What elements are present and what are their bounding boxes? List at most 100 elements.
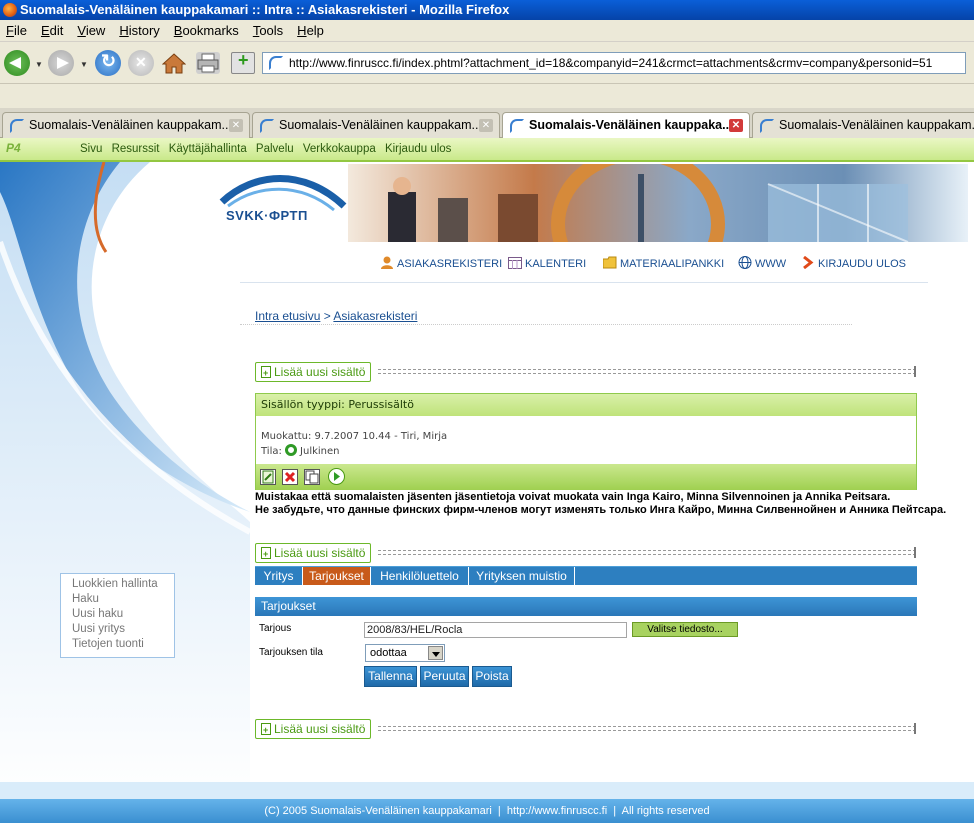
company-tabs: Yritys Tarjoukset Henkilöluettelo Yrityk…: [255, 566, 917, 585]
back-button[interactable]: [4, 50, 30, 76]
offer-state-label: Tarjouksen tila: [259, 647, 323, 658]
nav-label: MATERIAALIPANKKI: [620, 258, 725, 270]
admin-nav-verkkokauppa[interactable]: Verkkokauppa: [303, 143, 376, 155]
side-menu-uusi-haku[interactable]: Uusi haku: [72, 607, 174, 622]
page-footer: (C) 2005 Suomalais-Venäläinen kauppakama…: [0, 799, 974, 823]
tab-yrityksen-muistio[interactable]: Yrityksen muistio: [469, 567, 575, 585]
edit-content-button[interactable]: [260, 469, 276, 485]
edit-icon: [262, 470, 274, 484]
person-icon: [380, 256, 394, 269]
calendar-icon: [508, 256, 522, 269]
p4-logo: P4: [6, 141, 21, 155]
content-meta: Muokattu: 9.7.2007 10.44 - Tiri, Mirja T…: [261, 430, 447, 459]
breadcrumb-divider: [240, 324, 852, 325]
breadcrumb-home-link[interactable]: Intra etusivu: [255, 309, 320, 323]
reload-button[interactable]: [95, 50, 121, 76]
print-button[interactable]: [196, 52, 220, 74]
menu-help[interactable]: Help: [297, 23, 324, 38]
admin-nav-sivu[interactable]: Sivu: [80, 143, 102, 155]
menu-edit[interactable]: Edit: [41, 23, 63, 38]
choose-file-button[interactable]: Valitse tiedosto...: [632, 622, 738, 637]
window-title: Suomalais-Venäläinen kauppakamari :: Int…: [20, 2, 510, 17]
menu-view[interactable]: View: [77, 23, 105, 38]
site-admin-bar: P4 Sivu Resurssit Käyttäjähallinta Palve…: [0, 138, 974, 162]
offer-state-select[interactable]: odottaa: [365, 644, 445, 662]
home-button[interactable]: [161, 52, 187, 74]
tab-tarjoukset[interactable]: Tarjoukset: [303, 567, 371, 585]
nav-kirjaudu-ulos[interactable]: KIRJAUDU ULOS: [801, 255, 907, 272]
nav-materiaalipankki[interactable]: MATERIAALIPANKKI: [602, 256, 725, 272]
side-menu-uusi-yritys[interactable]: Uusi yritys: [72, 622, 174, 637]
add-document-icon: [261, 545, 271, 563]
offer-label: Tarjous: [259, 623, 292, 634]
menu-history[interactable]: History: [119, 23, 159, 38]
tab-close-icon[interactable]: ✕: [729, 119, 743, 132]
save-button[interactable]: Tallenna: [364, 666, 417, 687]
cancel-button[interactable]: Peruuta: [420, 666, 469, 687]
nav-kalenteri[interactable]: KALENTERI: [508, 256, 586, 272]
side-menu-tietojen-tuonti[interactable]: Tietojen tuonti: [72, 637, 174, 652]
url-bar[interactable]: http://www.finruscc.fi/index.phtml?attac…: [262, 52, 966, 74]
offers-section-title: Tarjoukset: [255, 597, 917, 616]
side-menu-luokkien-hallinta[interactable]: Luokkien hallinta: [72, 577, 174, 592]
delete-content-button[interactable]: [282, 469, 298, 485]
content-type-header: Sisällön tyyppi: Perussisältö: [256, 394, 916, 416]
new-tab-button[interactable]: [231, 50, 255, 74]
browser-tab-4[interactable]: Suomalais-Venäläinen kauppakam...: [752, 112, 974, 138]
section-divider: [378, 369, 916, 374]
tab-close-icon[interactable]: ✕: [479, 119, 493, 132]
add-content-button[interactable]: Lisää uusi sisältö: [255, 543, 372, 563]
tab-favicon-icon: [260, 119, 274, 133]
admin-nav-resurssit[interactable]: Resurssit: [112, 143, 160, 155]
tab-favicon-icon: [510, 119, 524, 133]
header-divider: [240, 282, 928, 283]
state-info: Tila: Julkinen: [261, 444, 447, 459]
menu-tools[interactable]: Tools: [253, 23, 283, 38]
admin-nav: Sivu Resurssit Käyttäjähallinta Palvelu …: [80, 143, 457, 155]
nav-www[interactable]: WWW: [738, 256, 786, 272]
admin-nav-palvelu[interactable]: Palvelu: [256, 143, 294, 155]
delete-button[interactable]: Poista: [472, 666, 512, 687]
tab-henkiloluettelo[interactable]: Henkilöluettelo: [371, 567, 469, 585]
nav-label: KIRJAUDU ULOS: [818, 258, 907, 270]
content-item-toolbar: [256, 464, 916, 490]
menu-bookmarks[interactable]: Bookmarks: [174, 23, 239, 38]
offer-file-input[interactable]: 2008/83/HEL/Rocla: [364, 622, 627, 638]
tab-yritys[interactable]: Yritys: [255, 567, 303, 585]
open-content-button[interactable]: [328, 468, 345, 485]
chevron-right-icon: [801, 255, 815, 270]
breadcrumb: Intra etusivu > Asiakasrekisteri: [255, 309, 417, 323]
url-text: http://www.finruscc.fi/index.phtml?attac…: [289, 56, 933, 70]
section-divider-end: [914, 723, 916, 734]
forward-history-dropdown-icon[interactable]: ▼: [80, 60, 88, 69]
admin-nav-kirjaudu-ulos[interactable]: Kirjaudu ulos: [385, 143, 451, 155]
tab-close-icon[interactable]: ✕: [229, 119, 243, 132]
header-banner-image: [348, 164, 968, 242]
stop-button[interactable]: [128, 50, 154, 76]
side-menu-haku[interactable]: Haku: [72, 592, 174, 607]
breadcrumb-current-link[interactable]: Asiakasrekisteri: [333, 309, 417, 323]
admin-nav-kayttajahallinta[interactable]: Käyttäjähallinta: [169, 143, 247, 155]
menu-file[interactable]: File: [6, 23, 27, 38]
add-content-button[interactable]: Lisää uusi sisältö: [255, 362, 372, 382]
browser-tab-1[interactable]: Suomalais-Venäläinen kauppakam... ✕: [2, 112, 250, 138]
browser-tab-2[interactable]: Suomalais-Venäläinen kauppakam... ✕: [252, 112, 500, 138]
notice-russian: Не забудьте, что данные финских фирм-чле…: [255, 504, 947, 516]
nav-asiakasrekisteri[interactable]: ASIAKASREKISTERI: [380, 256, 502, 272]
folder-icon: [602, 256, 617, 269]
svkk-logo-text: SVKK·ФРТП: [226, 208, 308, 223]
add-content-label: Lisää uusi sisältö: [274, 546, 366, 560]
copy-content-button[interactable]: [304, 469, 320, 485]
globe-icon: [738, 256, 752, 269]
menu-bar: File Edit View History Bookmarks Tools H…: [0, 20, 974, 42]
back-history-dropdown-icon[interactable]: ▼: [35, 60, 43, 69]
add-content-label: Lisää uusi sisältö: [274, 365, 366, 379]
add-content-button[interactable]: Lisää uusi sisältö: [255, 719, 372, 739]
nav-label: ASIAKASREKISTERI: [397, 258, 503, 270]
nav-label: WWW: [755, 258, 787, 270]
browser-tab-3[interactable]: Suomalais-Venäläinen kauppaka... ✕: [502, 112, 750, 139]
section-divider: [378, 726, 916, 731]
chevron-down-icon[interactable]: [428, 646, 443, 660]
state-label: Tila:: [261, 446, 282, 457]
forward-button[interactable]: [48, 50, 74, 76]
